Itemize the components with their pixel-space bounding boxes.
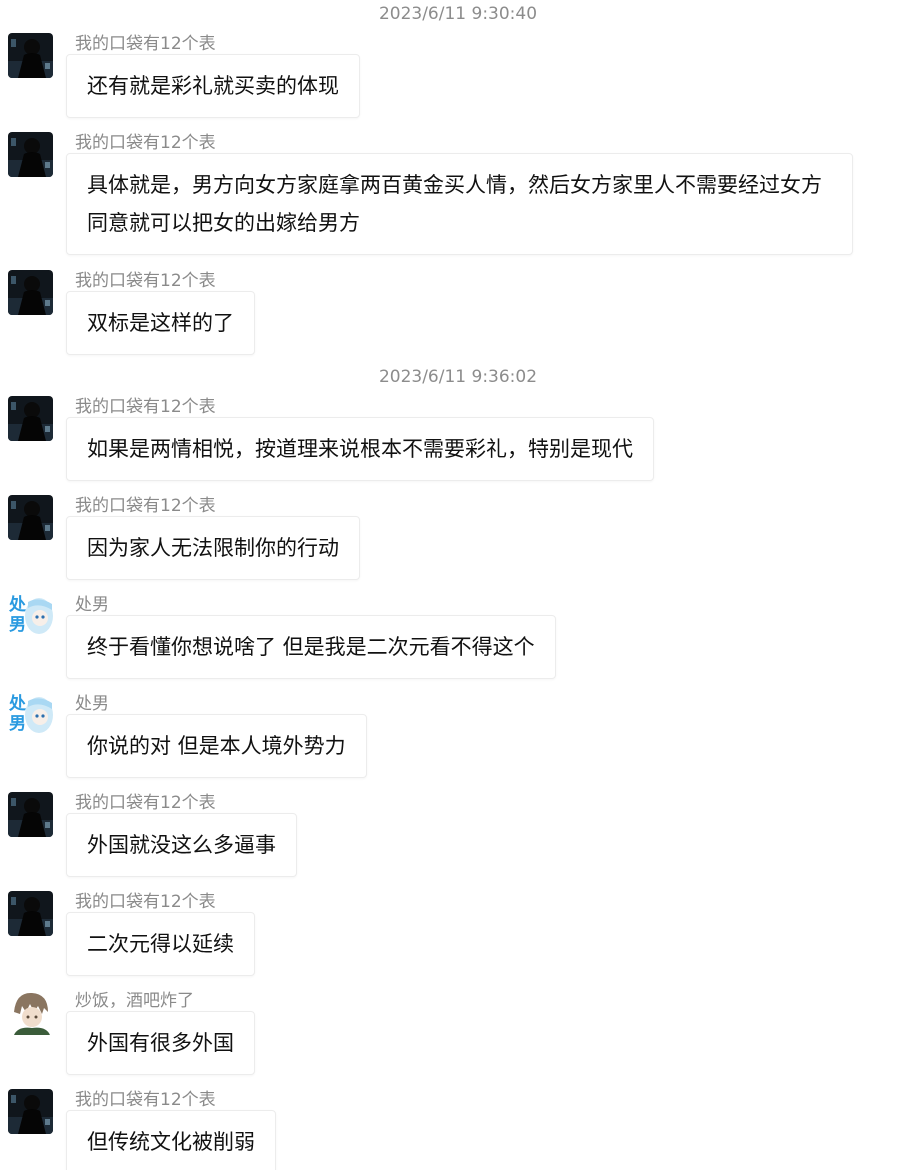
- timestamp: 2023/6/11 9:30:40: [378, 4, 538, 24]
- dark-figure-avatar-icon[interactable]: [8, 891, 53, 936]
- sender-name: 炒饭，酒吧炸了: [75, 991, 194, 1011]
- sender-name: 我的口袋有12个表: [75, 34, 216, 54]
- avatar-caption: 处男: [9, 595, 26, 635]
- message-bubble[interactable]: 你说的对 但是本人境外势力: [66, 714, 367, 778]
- sender-name: 我的口袋有12个表: [75, 793, 216, 813]
- dark-figure-avatar-icon[interactable]: [8, 792, 53, 837]
- sender-name: 我的口袋有12个表: [75, 271, 216, 291]
- message-bubble[interactable]: 但传统文化被削弱: [66, 1110, 276, 1170]
- message-bubble[interactable]: 终于看懂你想说啥了 但是我是二次元看不得这个: [66, 615, 556, 679]
- sender-name: 我的口袋有12个表: [75, 133, 216, 153]
- anime-girl-avatar-icon[interactable]: 处男: [8, 693, 53, 738]
- sender-name: 我的口袋有12个表: [75, 397, 216, 417]
- message-bubble[interactable]: 双标是这样的了: [66, 291, 255, 355]
- message-bubble[interactable]: 如果是两情相悦，按道理来说根本不需要彩礼，特别是现代: [66, 417, 654, 481]
- message-bubble[interactable]: 外国有很多外国: [66, 1011, 255, 1075]
- sender-name: 我的口袋有12个表: [75, 892, 216, 912]
- message-bubble[interactable]: 二次元得以延续: [66, 912, 255, 976]
- sender-name: 处男: [75, 694, 109, 714]
- anime-boy-avatar-icon[interactable]: [8, 990, 53, 1035]
- dark-figure-avatar-icon[interactable]: [8, 270, 53, 315]
- sender-name: 处男: [75, 595, 109, 615]
- dark-figure-avatar-icon[interactable]: [8, 495, 53, 540]
- message-bubble[interactable]: 外国就没这么多逼事: [66, 813, 297, 877]
- avatar-caption: 处男: [9, 694, 26, 734]
- sender-name: 我的口袋有12个表: [75, 496, 216, 516]
- dark-figure-avatar-icon[interactable]: [8, 33, 53, 78]
- dark-figure-avatar-icon[interactable]: [8, 1089, 53, 1134]
- timestamp: 2023/6/11 9:36:02: [378, 367, 538, 387]
- dark-figure-avatar-icon[interactable]: [8, 396, 53, 441]
- message-bubble[interactable]: 具体就是，男方向女方家庭拿两百黄金买人情，然后女方家里人不需要经过女方同意就可以…: [66, 153, 853, 255]
- message-bubble[interactable]: 因为家人无法限制你的行动: [66, 516, 360, 580]
- message-bubble[interactable]: 还有就是彩礼就买卖的体现: [66, 54, 360, 118]
- chat-history: 2023/6/11 9:30:40 我的口袋有12个表 还有就是彩礼就买卖的体现…: [0, 0, 904, 1170]
- dark-figure-avatar-icon[interactable]: [8, 132, 53, 177]
- anime-girl-avatar-icon[interactable]: 处男: [8, 594, 53, 639]
- sender-name: 我的口袋有12个表: [75, 1090, 216, 1110]
